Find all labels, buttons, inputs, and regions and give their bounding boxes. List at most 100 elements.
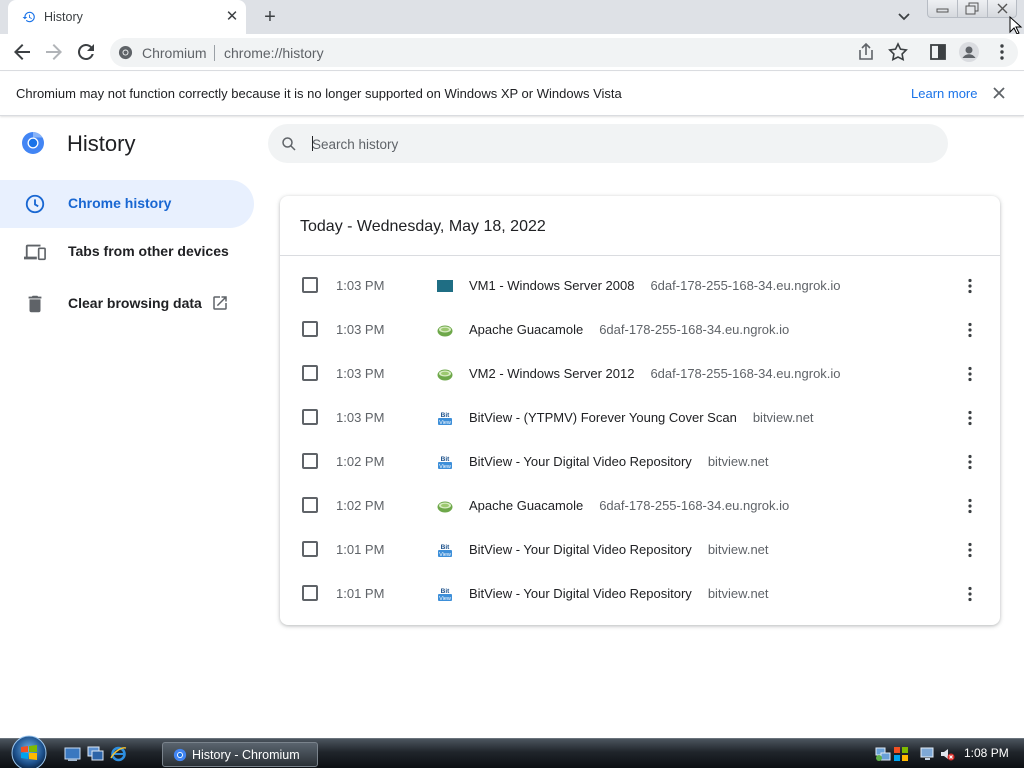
history-row-title[interactable]: Apache Guacamole: [469, 322, 583, 337]
start-orb-icon[interactable]: [8, 734, 50, 768]
history-row-checkbox[interactable]: [302, 277, 318, 293]
show-desktop-icon[interactable]: [64, 746, 81, 762]
history-row[interactable]: 1:03 PM VM2 - Windows Server 2012 6daf-178…: [280, 352, 1000, 396]
more-actions-icon[interactable]: [960, 364, 980, 384]
taskbar-clock: 1:08 PM: [964, 746, 1009, 760]
history-row-domain: bitview.net: [707, 586, 769, 601]
minimize-icon: [936, 8, 949, 13]
sidebar-item-chrome-history[interactable]: Chrome history: [0, 180, 254, 228]
chromium-logo-icon: [173, 748, 187, 762]
bitview-icon: BitView: [438, 588, 452, 602]
history-row-checkbox[interactable]: [302, 541, 318, 557]
history-row-link[interactable]: Apache Guacamole 6daf-178-255-168-34.eu.n…: [469, 322, 789, 337]
history-row-title[interactable]: BitView - Your Digital Video Repository: [469, 542, 692, 557]
close-window-button[interactable]: [988, 0, 1018, 17]
history-row-checkbox[interactable]: [302, 453, 318, 469]
history-row-link[interactable]: VM1 - Windows Server 2008 6daf-178-255-16…: [469, 278, 841, 293]
history-row[interactable]: 1:01 PM Bit View BitView - Your Digital Vid…: [280, 528, 1000, 572]
sidebar-item-clear-browsing-data[interactable]: Clear browsing data: [0, 280, 254, 328]
volume-muted-icon[interactable]: [939, 746, 955, 762]
history-row[interactable]: 1:03 PM VM1 - Windows Server 2008 6daf-178…: [280, 264, 1000, 308]
network-icon[interactable]: [875, 746, 891, 762]
sidebar-item-tabs-from-other-devices[interactable]: Tabs from other devices: [0, 228, 254, 276]
history-row-title[interactable]: BitView - Your Digital Video Repository: [469, 454, 692, 469]
search-history-box[interactable]: [268, 124, 948, 163]
tab-search-chevron-icon[interactable]: [894, 8, 914, 26]
restore-button[interactable]: [958, 0, 988, 17]
search-icon: [282, 137, 296, 151]
svg-text:Bit: Bit: [441, 412, 451, 419]
search-input[interactable]: [312, 133, 912, 155]
history-icon: [22, 11, 35, 23]
history-row-checkbox[interactable]: [302, 409, 318, 425]
tab-title: History: [44, 10, 83, 24]
display-icon[interactable]: [920, 746, 936, 762]
open-in-new-icon: [213, 296, 227, 310]
forward-icon[interactable]: [42, 40, 66, 64]
history-row-title[interactable]: VM2 - Windows Server 2012: [469, 366, 634, 381]
history-row-checkbox[interactable]: [302, 365, 318, 381]
more-actions-icon[interactable]: [960, 276, 980, 296]
taskbar-chromium-button[interactable]: History - Chromium: [162, 742, 318, 767]
more-actions-icon[interactable]: [960, 320, 980, 340]
history-row-time: 1:01 PM: [336, 586, 385, 601]
minimize-button[interactable]: [928, 0, 958, 17]
sidebar-item-label: Tabs from other devices: [68, 243, 229, 259]
tab-strip: History ✕ +: [0, 0, 1024, 35]
history-row-domain: 6daf-178-255-168-34.eu.ngrok.io: [599, 322, 790, 337]
history-row-link[interactable]: Apache Guacamole 6daf-178-255-168-34.eu.n…: [469, 498, 789, 513]
history-row-link[interactable]: BitView - (YTPMV) Forever Young Cover Sc…: [469, 410, 814, 425]
unsupported-os-infobar: Chromium may not function correctly beca…: [0, 72, 1024, 116]
bookmark-star-icon[interactable]: [886, 40, 910, 64]
history-row-title[interactable]: BitView - Your Digital Video Repository: [469, 586, 692, 601]
guacamole-icon: [437, 325, 453, 337]
history-row[interactable]: 1:02 PM Apache Guacamole 6daf-178-255-168-…: [280, 484, 1000, 528]
more-actions-icon[interactable]: [960, 496, 980, 516]
history-row-time: 1:03 PM: [336, 366, 385, 381]
more-actions-icon[interactable]: [960, 584, 980, 604]
history-row-checkbox[interactable]: [302, 585, 318, 601]
history-row-domain: bitview.net: [707, 542, 769, 557]
close-icon: [997, 3, 1008, 14]
history-row[interactable]: 1:03 PM Bit View BitView - (YTPMV) Forever …: [280, 396, 1000, 440]
reload-icon[interactable]: [74, 40, 98, 64]
history-row-checkbox[interactable]: [302, 321, 318, 337]
internet-explorer-icon[interactable]: [110, 746, 127, 762]
more-actions-icon[interactable]: [960, 452, 980, 472]
history-row[interactable]: 1:01 PM Bit View BitView - Your Digital Vid…: [280, 572, 1000, 616]
history-row-time: 1:03 PM: [336, 322, 385, 337]
history-row-title[interactable]: VM1 - Windows Server 2008: [469, 278, 634, 293]
history-row-domain: bitview.net: [707, 454, 769, 469]
chromium-logo-icon: [22, 132, 44, 154]
switch-windows-icon[interactable]: [87, 746, 104, 762]
windows-taskbar: History - Chromium 1:08 PM: [0, 735, 1024, 768]
history-row-title[interactable]: BitView - (YTPMV) Forever Young Cover Sc…: [469, 410, 737, 425]
tab-close-icon[interactable]: ✕: [222, 7, 242, 27]
history-row[interactable]: 1:03 PM Apache Guacamole 6daf-178-255-168-…: [280, 308, 1000, 352]
more-actions-icon[interactable]: [960, 540, 980, 560]
history-row-checkbox[interactable]: [302, 497, 318, 513]
share-icon[interactable]: [854, 40, 878, 64]
more-menu-icon[interactable]: [990, 40, 1014, 64]
security-center-icon[interactable]: [893, 746, 909, 762]
history-row-link[interactable]: VM2 - Windows Server 2012 6daf-178-255-16…: [469, 366, 841, 381]
address-bar[interactable]: Chromium chrome://history: [110, 38, 1018, 67]
svg-text:View: View: [439, 596, 451, 602]
url-text[interactable]: chrome://history: [224, 45, 324, 61]
more-actions-icon[interactable]: [960, 408, 980, 428]
history-row-link[interactable]: BitView - Your Digital Video Repository b…: [469, 454, 769, 469]
side-panel-icon[interactable]: [926, 40, 950, 64]
history-row-title[interactable]: Apache Guacamole: [469, 498, 583, 513]
history-row[interactable]: 1:02 PM Bit View BitView - Your Digital Vid…: [280, 440, 1000, 484]
guacamole-icon: [437, 501, 453, 513]
history-row-link[interactable]: BitView - Your Digital Video Repository b…: [469, 542, 769, 557]
learn-more-link[interactable]: Learn more: [911, 86, 977, 101]
history-row-link[interactable]: BitView - Your Digital Video Repository b…: [469, 586, 769, 601]
close-icon[interactable]: [990, 84, 1008, 102]
tab-history[interactable]: History ✕: [8, 0, 246, 34]
profile-avatar-icon[interactable]: [957, 40, 981, 64]
new-tab-button[interactable]: +: [258, 6, 282, 28]
back-icon[interactable]: [10, 40, 34, 64]
bitview-icon: BitView: [438, 544, 452, 558]
history-row-time: 1:02 PM: [336, 498, 385, 513]
